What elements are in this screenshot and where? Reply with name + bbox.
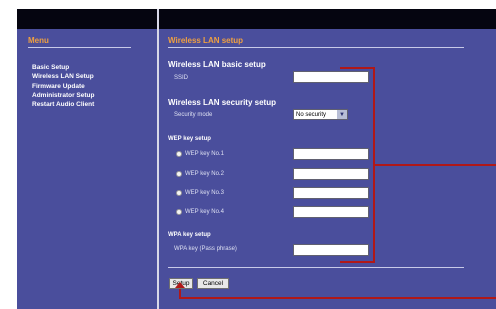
menu-item-basic-setup[interactable]: Basic Setup (32, 63, 94, 72)
wep-key-4-radio[interactable] (176, 209, 182, 215)
wep-setup-heading: WEP key setup (168, 136, 211, 142)
bottom-divider (168, 267, 464, 268)
sidebar: Menu Basic Setup Wireless LAN Setup Firm… (17, 29, 157, 309)
chevron-down-icon[interactable]: ▼ (337, 110, 347, 119)
main-panel: Wireless LAN setup Wireless LAN basic se… (159, 29, 496, 309)
wpa-key-label: WPA key (Pass phrase) (174, 246, 237, 252)
top-bar (17, 9, 496, 29)
ssid-label: SSID (174, 75, 189, 81)
menu-divider (28, 47, 131, 48)
wpa-key-input[interactable] (293, 244, 369, 256)
menu-list: Basic Setup Wireless LAN Setup Firmware … (32, 63, 94, 109)
wep-key-4-row[interactable]: WEP key No.4 (176, 208, 224, 216)
security-mode-select[interactable]: No security ▼ (293, 109, 348, 120)
security-mode-label: Security mode (174, 112, 213, 118)
menu-item-wireless-lan-setup[interactable]: Wireless LAN Setup (32, 72, 94, 81)
title-divider (168, 47, 464, 48)
wep-key-1-label: WEP key No.1 (185, 151, 224, 157)
menu-item-firmware-update[interactable]: Firmware Update (32, 82, 94, 91)
security-mode-value: No security (296, 111, 327, 118)
wep-key-3-label: WEP key No.3 (185, 190, 224, 196)
ssid-input[interactable] (293, 71, 369, 83)
security-setup-heading: Wireless LAN security setup (168, 98, 276, 107)
wep-key-2-input[interactable] (293, 168, 369, 180)
menu-title: Menu (28, 36, 49, 45)
cancel-button[interactable]: Cancel (197, 278, 229, 289)
wep-key-2-label: WEP key No.2 (185, 171, 224, 177)
page-title: Wireless LAN setup (168, 36, 244, 45)
wep-key-2-radio[interactable] (176, 171, 182, 177)
wpa-setup-heading: WPA key setup (168, 232, 211, 238)
wep-key-1-input[interactable] (293, 148, 369, 160)
setup-button[interactable]: Setup (169, 278, 193, 289)
wep-key-2-row[interactable]: WEP key No.2 (176, 170, 224, 178)
wep-key-1-row[interactable]: WEP key No.1 (176, 150, 224, 158)
menu-item-administrator-setup[interactable]: Administrator Setup (32, 91, 94, 100)
wep-key-1-radio[interactable] (176, 151, 182, 157)
wep-key-3-row[interactable]: WEP key No.3 (176, 189, 224, 197)
wep-key-4-label: WEP key No.4 (185, 209, 224, 215)
wep-key-4-input[interactable] (293, 206, 369, 218)
basic-setup-heading: Wireless LAN basic setup (168, 60, 266, 69)
wep-key-3-radio[interactable] (176, 190, 182, 196)
menu-item-restart-audio-client[interactable]: Restart Audio Client (32, 100, 94, 109)
wep-key-3-input[interactable] (293, 187, 369, 199)
